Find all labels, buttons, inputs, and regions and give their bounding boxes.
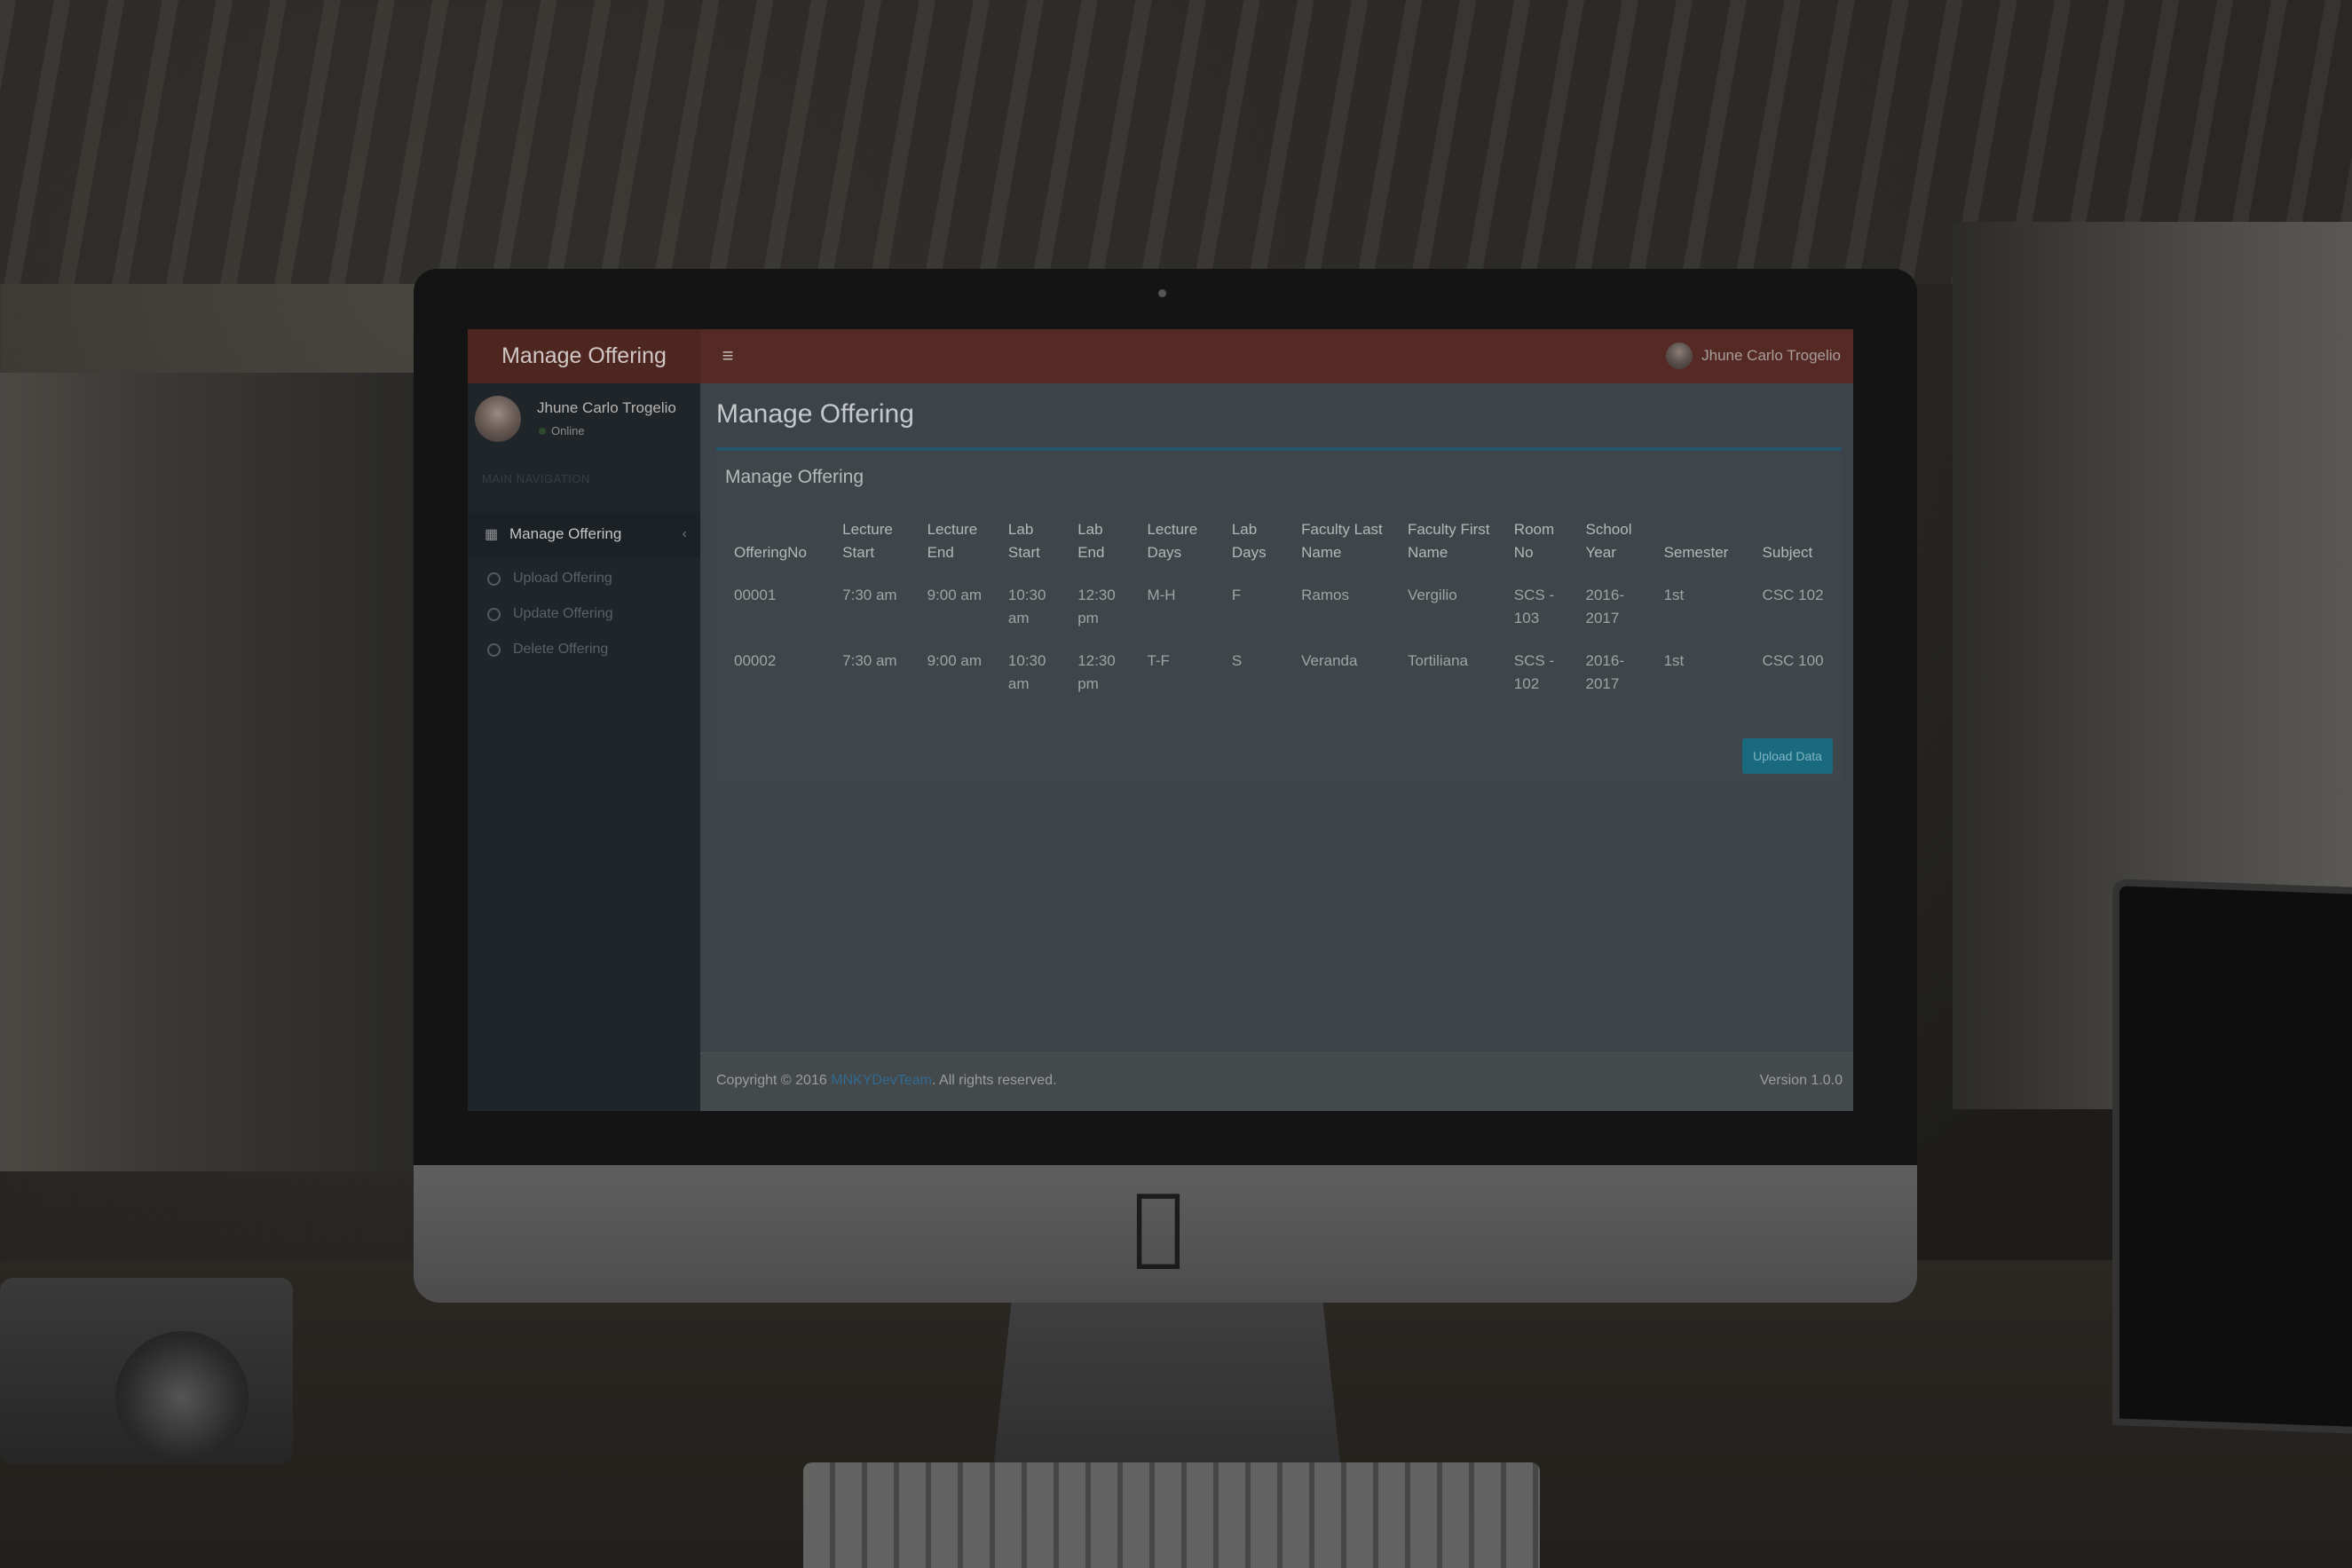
table-cell: 1st [1663, 652, 1685, 669]
circle-icon [487, 571, 501, 586]
webcam-dot [1158, 289, 1166, 297]
table-cell: 7:30 am [842, 587, 897, 603]
table-cell: F [1231, 587, 1242, 603]
offering-box: Manage Offering OfferingNo Lecture Start… [716, 453, 1842, 781]
table-cell: 2016-2017 [1585, 652, 1624, 692]
monitor-stand [994, 1303, 1340, 1462]
footer: Copyright © 2016 MNKYDevTeam. All rights… [700, 1052, 1853, 1111]
background-window-left [0, 373, 417, 1171]
table-cell: S [1231, 652, 1243, 669]
column-header[interactable]: School Year [1577, 511, 1655, 573]
column-header[interactable]: Faculty Last Name [1292, 511, 1399, 573]
column-header[interactable]: Semester [1655, 511, 1754, 573]
sidebar: Jhune Carlo Trogelio Online MAIN NAVIGAT… [468, 383, 703, 1111]
table-cell: 10:30 am [1007, 652, 1046, 692]
user-menu[interactable]: Jhune Carlo Trogelio [1666, 340, 1841, 372]
table-icon: ▦ [485, 527, 499, 542]
sidebar-avatar [475, 396, 521, 442]
table-cell: 9:00 am [927, 652, 982, 669]
copyright-prefix: Copyright © 2016 [716, 1073, 827, 1088]
sidebar-item-update-offering[interactable]: Update Offering [468, 596, 700, 632]
page-title: Manage Offering [716, 399, 914, 429]
column-header[interactable]: OfferingNo [725, 511, 833, 573]
sidebar-user-panel: Jhune Carlo Trogelio Online [475, 396, 693, 449]
team-link[interactable]: MNKYDevTeam [831, 1073, 932, 1088]
online-status-icon [539, 427, 546, 435]
column-header[interactable]: Lab End [1069, 511, 1138, 573]
table-row[interactable]: 00001 7:30 am 9:00 am 10:30 am 12:30 pm … [725, 573, 1835, 639]
laptop-prop [2112, 879, 2352, 1434]
offering-table: OfferingNo Lecture Start Lecture End Lab… [725, 511, 1835, 705]
hamburger-icon[interactable]: ≡ [714, 343, 741, 369]
column-header[interactable]: Faculty First Name [1399, 511, 1505, 573]
chevron-left-icon: ‹ [682, 526, 687, 541]
table-cell: Ramos [1301, 587, 1349, 603]
main-content: Manage Offering Manage Offering Offering… [700, 383, 1853, 1111]
version-label: Version 1.0.0 [1759, 1073, 1843, 1088]
sidebar-item-label: Manage Offering [509, 525, 622, 542]
sidebar-user-status: Online [539, 424, 585, 437]
sidebar-item-upload-offering[interactable]: Upload Offering [468, 561, 700, 596]
table-cell: 12:30 pm [1077, 652, 1116, 692]
table-cell: T-F [1147, 652, 1170, 669]
table-header-row: OfferingNo Lecture Start Lecture End Lab… [725, 511, 1835, 573]
column-header[interactable]: Subject [1754, 511, 1835, 573]
title-divider [716, 447, 1842, 451]
column-header[interactable]: Room No [1505, 511, 1577, 573]
copyright-suffix: . All rights reserved. [932, 1073, 1057, 1088]
table-cell: 2016-2017 [1585, 587, 1624, 626]
column-header[interactable]: Lab Days [1223, 511, 1292, 573]
keyboard-prop [803, 1462, 1540, 1568]
column-header[interactable]: Lecture End [919, 511, 999, 573]
avatar [1666, 343, 1693, 369]
sidebar-item-delete-offering[interactable]: Delete Offering [468, 632, 700, 667]
circle-icon [487, 607, 501, 621]
app-screen: Manage Offering ≡ Jhune Carlo Trogelio J… [468, 329, 1853, 1111]
sidebar-subitem-label: Delete Offering [513, 642, 609, 657]
table-cell: Tortiliana [1407, 652, 1468, 669]
camera-lens-prop [115, 1331, 249, 1464]
table-cell: Veranda [1301, 652, 1358, 669]
footer-copyright: Copyright © 2016 MNKYDevTeam. All rights… [716, 1073, 1057, 1089]
nav-header: MAIN NAVIGATION [482, 472, 590, 485]
box-title: Manage Offering [725, 467, 864, 487]
table-cell: 7:30 am [842, 652, 897, 669]
table-cell: 9:00 am [927, 587, 982, 603]
sidebar-user-name: Jhune Carlo Trogelio [537, 399, 676, 416]
table-cell: CSC 100 [1762, 652, 1824, 669]
table-cell: CSC 102 [1762, 587, 1824, 603]
user-menu-name: Jhune Carlo Trogelio [1701, 347, 1841, 364]
table-cell: 12:30 pm [1077, 587, 1116, 626]
upload-data-button[interactable]: Upload Data [1742, 738, 1833, 774]
sidebar-subitem-label: Upload Offering [513, 571, 612, 586]
column-header[interactable]: Lecture Days [1138, 511, 1222, 573]
column-header[interactable]: Lecture Start [833, 511, 918, 573]
sidebar-submenu: Upload Offering Update Offering Delete O… [468, 561, 700, 667]
apple-logo-icon:  [1123, 1182, 1194, 1267]
table-cell: 00001 [734, 587, 777, 603]
table-cell: M-H [1147, 587, 1176, 603]
circle-icon [487, 642, 501, 657]
status-label: Online [551, 424, 585, 437]
top-navbar: Manage Offering ≡ Jhune Carlo Trogelio [468, 329, 1853, 383]
table-cell: 00002 [734, 652, 777, 669]
brand-logo[interactable]: Manage Offering [468, 329, 700, 383]
table-cell: Vergilio [1407, 587, 1457, 603]
sidebar-subitem-label: Update Offering [513, 606, 613, 621]
table-cell: 1st [1663, 587, 1685, 603]
table-row[interactable]: 00002 7:30 am 9:00 am 10:30 am 12:30 pm … [725, 639, 1835, 705]
column-header[interactable]: Lab Start [999, 511, 1069, 573]
table-cell: SCS - 102 [1513, 652, 1555, 692]
table-cell: SCS - 103 [1513, 587, 1555, 626]
table-cell: 10:30 am [1007, 587, 1046, 626]
sidebar-item-manage-offering[interactable]: ▦ Manage Offering ‹ [468, 512, 703, 556]
